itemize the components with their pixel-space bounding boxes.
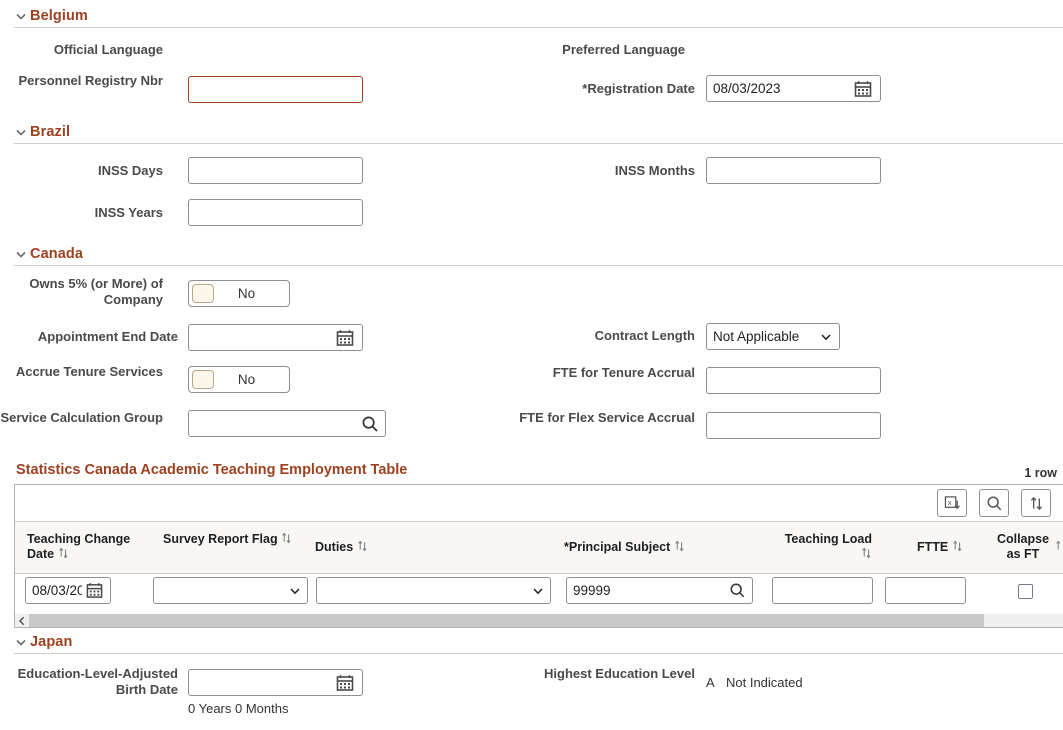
label-highest-education-level: Highest Education Level: [430, 666, 695, 682]
section-title-japan: Japan: [30, 634, 72, 650]
sort-icon[interactable]: [58, 547, 69, 559]
sort-icon[interactable]: [674, 540, 685, 552]
column-header-principal-subject[interactable]: *Principal Subject: [564, 540, 685, 555]
svg-text:x: x: [947, 497, 951, 506]
label-owns-five-percent: Owns 5% (or More) of Company: [0, 276, 163, 308]
owns-five-percent-value: No: [214, 286, 289, 301]
grid-search-button[interactable]: [979, 489, 1009, 517]
sort-icon[interactable]: [952, 540, 963, 552]
scrollbar-track[interactable]: [29, 614, 1063, 628]
teaching-load-input[interactable]: [772, 577, 873, 604]
grid-horizontal-scrollbar[interactable]: [15, 614, 1063, 628]
inss-years-input[interactable]: [188, 199, 363, 226]
grid-toolbar: x: [15, 485, 1063, 522]
statistics-canada-grid: x: [14, 484, 1063, 628]
excel-download-button[interactable]: x: [937, 489, 967, 517]
section-title-canada: Canada: [30, 246, 83, 262]
scrollbar-thumb[interactable]: [29, 614, 984, 628]
label-service-calculation-group: Service Calculation Group: [0, 410, 163, 426]
contract-length-select[interactable]: Not Applicable: [706, 323, 840, 350]
column-label: Teaching Load: [785, 532, 872, 546]
fte-flex-service-accrual-input[interactable]: [706, 412, 881, 439]
label-inss-years: INSS Years: [0, 205, 163, 221]
scroll-left-arrow-icon[interactable]: [15, 614, 29, 628]
sort-icon[interactable]: [1055, 540, 1063, 552]
inss-days-input[interactable]: [188, 157, 363, 184]
sort-icon[interactable]: [861, 547, 872, 559]
chevron-down-icon[interactable]: [14, 247, 28, 261]
column-header-collapse-as-ft[interactable]: Collapse as FT: [992, 532, 1054, 562]
section-title-brazil: Brazil: [30, 124, 70, 140]
label-registration-date: *Registration Date: [430, 81, 695, 97]
search-icon[interactable]: [361, 415, 379, 433]
column-label: FTTE: [917, 540, 948, 554]
section-title-belgium: Belgium: [30, 8, 88, 24]
column-label: Collapse as FT: [997, 532, 1049, 561]
duties-select[interactable]: [316, 577, 551, 604]
owns-five-percent-toggle[interactable]: No: [188, 280, 290, 307]
label-inss-months: INSS Months: [430, 163, 695, 179]
inss-months-input[interactable]: [706, 157, 881, 184]
label-contract-length: Contract Length: [430, 328, 695, 344]
employment-data-form: Belgium Official Language Preferred Lang…: [0, 0, 1063, 730]
grid-header-row: Teaching Change Date Survey Report Flag: [15, 522, 1063, 574]
grid-row-count: 1 row: [1024, 466, 1057, 480]
section-header-canada[interactable]: Canada: [14, 242, 1063, 266]
label-fte-flex-service-accrual: FTE for Flex Service Accrual: [430, 410, 695, 426]
label-preferred-language: Preferred Language: [430, 42, 685, 58]
calendar-icon[interactable]: [336, 674, 354, 692]
principal-subject-input[interactable]: [566, 577, 753, 604]
column-label: Duties: [315, 540, 353, 554]
highest-education-level-code: A: [706, 675, 715, 691]
calendar-icon[interactable]: [336, 329, 354, 347]
chevron-down-icon[interactable]: [14, 635, 28, 649]
column-header-collapse-as-ft-sort[interactable]: [1055, 540, 1063, 555]
column-header-survey-report-flag[interactable]: Survey Report Flag: [163, 532, 313, 547]
calendar-icon[interactable]: [854, 80, 872, 98]
table-row: [15, 574, 1063, 612]
label-inss-days: INSS Days: [0, 163, 163, 179]
label-appointment-end-date: Appointment End Date: [0, 329, 178, 345]
accrue-tenure-services-value: No: [214, 372, 289, 387]
column-header-duties[interactable]: Duties: [315, 540, 368, 555]
label-accrue-tenure-services: Accrue Tenure Services: [0, 364, 163, 380]
age-years-months-note: 0 Years 0 Months: [188, 701, 288, 717]
column-header-teaching-change-date[interactable]: Teaching Change Date: [27, 532, 157, 562]
collapse-as-ft-checkbox[interactable]: [1018, 584, 1033, 599]
chevron-down-icon[interactable]: [14, 9, 28, 23]
label-fte-tenure-accrual: FTE for Tenure Accrual: [430, 365, 695, 381]
column-label: *Principal Subject: [564, 540, 670, 554]
sort-icon: [1028, 495, 1045, 512]
excel-download-icon: x: [944, 495, 961, 512]
column-header-ftte[interactable]: FTTE: [917, 540, 963, 555]
accrue-tenure-services-toggle[interactable]: No: [188, 366, 290, 393]
label-education-level-adjusted-birth-date: Education-Level-Adjusted Birth Date: [0, 666, 178, 698]
toggle-knob: [192, 370, 214, 389]
highest-education-level-value: Not Indicated: [726, 675, 803, 691]
section-header-japan[interactable]: Japan: [14, 630, 1063, 654]
ftte-input[interactable]: [885, 577, 966, 604]
section-header-belgium[interactable]: Belgium: [14, 4, 1063, 28]
search-icon: [986, 495, 1003, 512]
section-header-brazil[interactable]: Brazil: [14, 120, 1063, 144]
label-personnel-registry-nbr: Personnel Registry Nbr: [0, 73, 163, 89]
toggle-knob: [192, 284, 214, 303]
column-label: Survey Report Flag: [163, 532, 278, 546]
service-calculation-group-input[interactable]: [188, 410, 386, 437]
personnel-registry-nbr-input[interactable]: [188, 76, 363, 103]
survey-report-flag-select[interactable]: [153, 577, 308, 604]
sort-icon[interactable]: [357, 540, 368, 552]
fte-tenure-accrual-input[interactable]: [706, 367, 881, 394]
chevron-down-icon[interactable]: [14, 125, 28, 139]
calendar-icon[interactable]: [86, 582, 104, 600]
grid-title: Statistics Canada Academic Teaching Empl…: [16, 462, 407, 478]
sort-icon[interactable]: [281, 532, 292, 544]
search-icon[interactable]: [729, 582, 747, 600]
column-header-teaching-load[interactable]: Teaching Load: [780, 532, 872, 562]
column-label: Teaching Change Date: [27, 532, 130, 561]
label-official-language: Official Language: [0, 42, 163, 58]
grid-sort-button[interactable]: [1021, 489, 1051, 517]
